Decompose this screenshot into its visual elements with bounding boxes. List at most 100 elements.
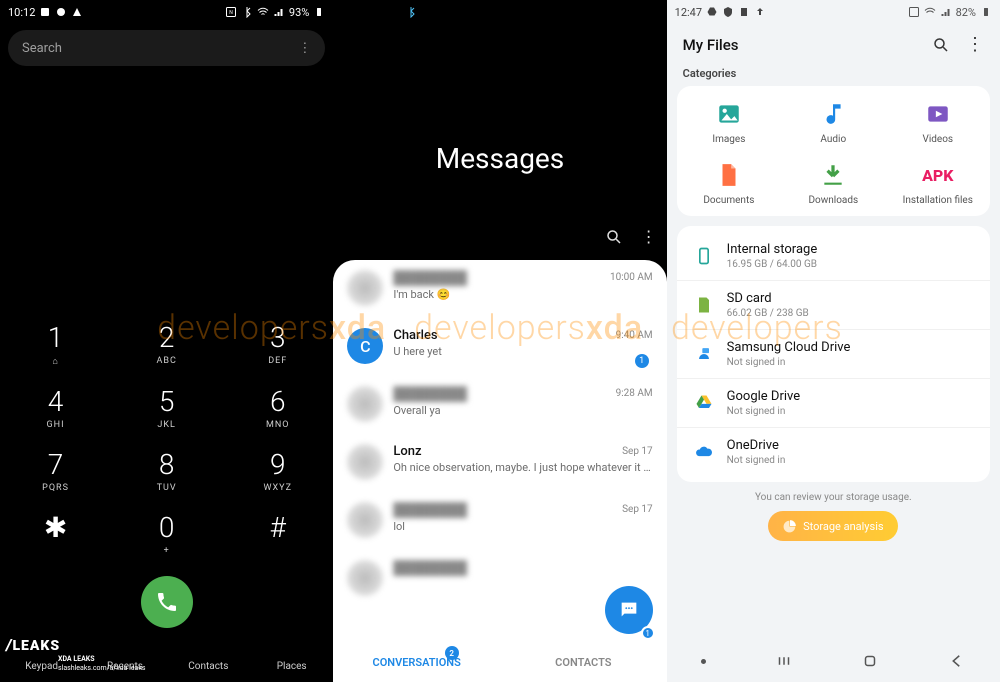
conversation-row[interactable]: ████████ lol Sep 17 (333, 492, 666, 550)
dial-key-7[interactable]: 7PQRS (0, 438, 111, 501)
apk-icon: APK (924, 161, 952, 189)
key-letters: ⌂ (0, 356, 111, 367)
dial-key-5[interactable]: 5 JKL (111, 375, 222, 438)
nav-dot (701, 659, 706, 664)
nfc-icon (558, 6, 570, 18)
dial-key-9[interactable]: 9WXYZ (222, 438, 333, 501)
key-digit: 1 (0, 321, 111, 354)
more-icon[interactable]: ⋮ (966, 34, 984, 55)
back-icon[interactable] (948, 652, 966, 670)
my-files-screen: 12:47 82% My Files ⋮ Categories (667, 0, 1000, 682)
more-icon[interactable]: ⋮ (641, 229, 657, 245)
key-digit: 8 (111, 448, 222, 481)
signal-icon (940, 6, 952, 18)
category-downloads[interactable]: Downloads (781, 161, 885, 206)
key-letters: GHI (0, 420, 111, 430)
key-letters: MNO (222, 420, 333, 430)
dial-keypad: 1⌂2ABC3DEF4GHI5JKL6MNO7PQRS8TUV9WXYZ✱0+# (0, 311, 333, 564)
svg-text:N: N (229, 10, 233, 16)
home-icon[interactable] (861, 652, 879, 670)
category-installation-files[interactable]: APK Installation files (886, 161, 990, 206)
dial-key-✱[interactable]: ✱ (0, 501, 111, 564)
bluetooth-icon (241, 6, 253, 18)
search-field[interactable]: Search ⋮ (8, 30, 325, 66)
recents-icon[interactable] (775, 652, 793, 670)
header: My Files ⋮ (667, 24, 1000, 61)
signal-icon (273, 6, 285, 18)
conversation-preview: lol (393, 520, 652, 533)
storage-row-internal-storage[interactable]: Internal storage 16.95 GB / 64.00 GB (677, 232, 990, 280)
image-icon (715, 100, 743, 128)
dial-key-1[interactable]: 1⌂ (0, 311, 111, 375)
dial-key-8[interactable]: 8TUV (111, 438, 222, 501)
conversation-preview: Oh nice observation, maybe. I just hope … (393, 461, 652, 474)
storage-row-sd-card[interactable]: SD card 66.02 GB / 238 GB (677, 280, 990, 329)
dial-key-#[interactable]: # (222, 501, 333, 564)
battery-icon (980, 6, 992, 18)
avatar (347, 386, 383, 422)
conversation-time: Sep 17 (622, 504, 653, 515)
status-bar: 10:12 N 93% (0, 0, 333, 24)
category-documents[interactable]: Documents (677, 161, 781, 206)
dial-key-2[interactable]: 2ABC (111, 311, 222, 375)
key-digit: 5 (111, 385, 222, 418)
search-icon[interactable] (605, 228, 623, 246)
tab-contacts[interactable]: CONTACTS (500, 642, 667, 682)
button-label: Storage analysis (803, 520, 883, 533)
status-battery: 82% (956, 6, 976, 19)
tab-conversations[interactable]: CONVERSATIONS 2 (333, 642, 500, 682)
key-digit: ✱ (0, 511, 111, 544)
avatar (347, 270, 383, 306)
nav-bar (667, 640, 1000, 682)
tab-label: CONTACTS (555, 656, 611, 669)
storage-subtitle: 66.02 GB / 238 GB (727, 308, 809, 319)
key-digit: 7 (0, 448, 111, 481)
search-icon[interactable] (932, 36, 950, 54)
video-icon (924, 100, 952, 128)
chat-icon (618, 599, 640, 621)
storage-card: Internal storage 16.95 GB / 64.00 GB SD … (677, 226, 990, 482)
key-letters: JKL (111, 420, 222, 430)
watermark-url: slashleaks.com/u/xda leaks (58, 664, 146, 672)
location-icon (373, 6, 385, 18)
storage-row-google-drive[interactable]: Google Drive Not signed in (677, 378, 990, 427)
dialer-tab[interactable]: Places (250, 659, 333, 672)
status-icon (389, 6, 401, 18)
conversation-row[interactable]: ████████ I'm back 😊 10:00 AM (333, 260, 666, 318)
dial-key-3[interactable]: 3 DEF (222, 311, 333, 375)
bluetooth-icon (405, 6, 417, 18)
category-images[interactable]: Images (677, 100, 781, 145)
storage-analysis-button[interactable]: Storage analysis (768, 511, 898, 541)
conversation-name: ████████ (393, 386, 652, 402)
dial-key-6[interactable]: 6MNO (222, 375, 333, 438)
conversation-row[interactable]: Lonz Oh nice observation, maybe. I just … (333, 434, 666, 492)
conversation-preview: I'm back 😊 (393, 288, 652, 301)
status-time: 10:12 (8, 6, 35, 19)
category-audio[interactable]: Audio (781, 100, 885, 145)
storage-row-samsung-cloud-drive[interactable]: Samsung Cloud Drive Not signed in (677, 329, 990, 378)
category-label: Downloads (808, 195, 858, 206)
battery-icon (313, 6, 325, 18)
storage-subtitle: Not signed in (727, 357, 851, 368)
dialer-tab[interactable]: Contacts (167, 659, 250, 672)
section-label: Categories (667, 61, 1000, 84)
dial-key-0[interactable]: 0+ (111, 501, 222, 564)
more-icon[interactable]: ⋮ (298, 42, 311, 55)
dial-key-4[interactable]: 4GHI (0, 375, 111, 438)
category-videos[interactable]: Videos (886, 100, 990, 145)
storage-row-onedrive[interactable]: OneDrive Not signed in (677, 427, 990, 476)
conversation-row[interactable]: C Charles U here yet 9:40 AM 1 (333, 318, 666, 376)
conversation-row[interactable]: ████████ Overall ya 9:28 AM (333, 376, 666, 434)
key-digit: 3 (222, 321, 333, 354)
category-label: Images (712, 134, 745, 145)
key-letters: DEF (222, 356, 333, 366)
storage-title: Internal storage (727, 242, 818, 257)
conversation-sheet: ████████ I'm back 😊 10:00 AM C Charles U… (333, 260, 666, 682)
storage-title: Samsung Cloud Drive (727, 340, 851, 355)
avatar (347, 560, 383, 596)
download-icon (819, 161, 847, 189)
categories-card: Images Audio Videos Documents Downloads A… (677, 86, 990, 216)
call-button[interactable] (141, 576, 193, 628)
phone-icon (693, 246, 715, 266)
signal-icon (606, 6, 618, 18)
